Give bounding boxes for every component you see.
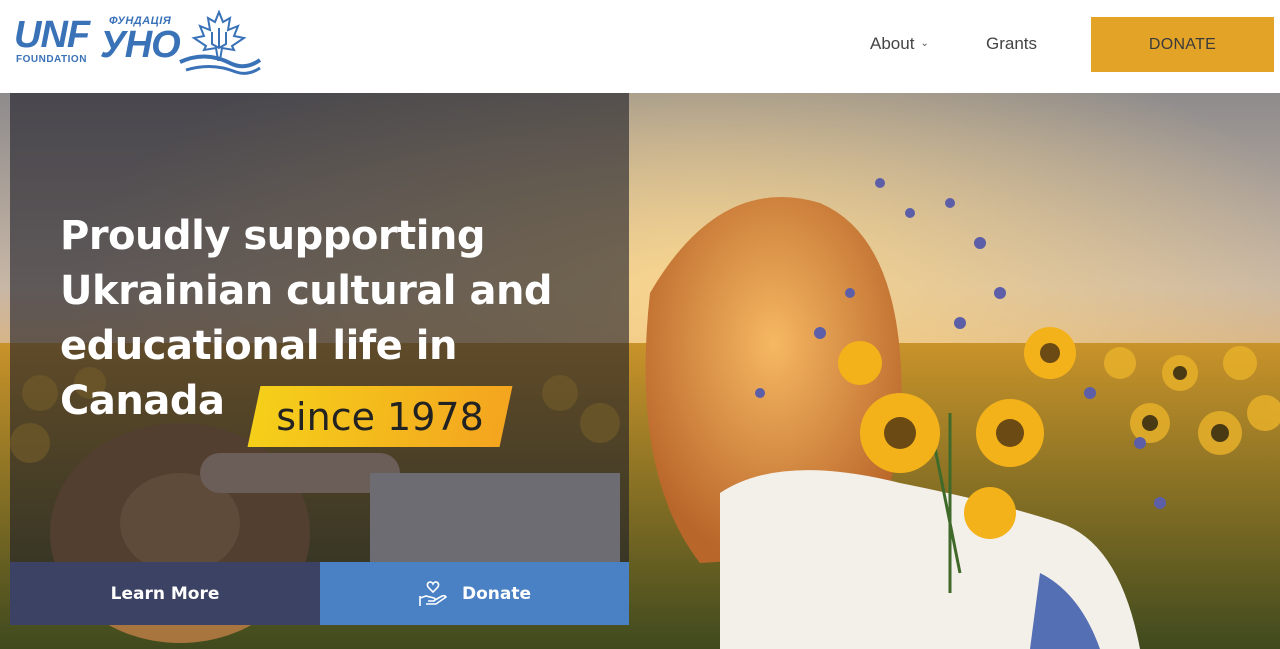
nav-about[interactable]: About ⌄ [870,0,929,87]
header-donate-button[interactable]: DONATE [1091,17,1274,72]
nav-about-label: About [870,33,915,53]
hero-donate-label: Donate [461,583,532,604]
nav-grants[interactable]: Grants [986,0,1037,87]
chevron-down-icon: ⌄ [920,38,929,49]
hand-heart-icon [419,580,448,606]
hero-section: Proudly supporting Ukrainian cultural an… [0,93,1280,649]
since-badge-text: since 1978 [276,394,484,439]
nav-grants-label: Grants [986,33,1038,53]
hero-donate-button[interactable]: Donate [320,562,629,625]
header-donate-label: DONATE [1148,35,1217,53]
site-header: UNF FOUNDATION ФУНДАЦІЯ УНО About ⌄ Gran… [0,0,1280,93]
logo-unf-text: UNF [14,14,90,56]
site-logo[interactable]: UNF FOUNDATION ФУНДАЦІЯ УНО [14,10,264,80]
since-badge: since 1978 [247,386,513,447]
learn-more-button[interactable]: Learn More [10,562,320,625]
maple-leaf-trident-icon [179,10,262,75]
logo-uno-text: УНО [100,24,181,66]
learn-more-label: Learn More [110,583,220,604]
logo-foundation-text: FOUNDATION [16,54,87,65]
